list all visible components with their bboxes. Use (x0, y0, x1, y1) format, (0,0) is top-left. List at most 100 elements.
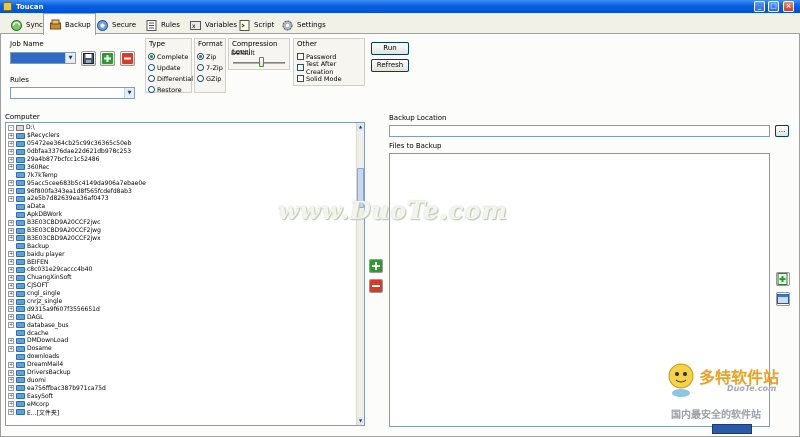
radio[interactable] (197, 75, 204, 82)
backup-location-input[interactable] (389, 125, 770, 137)
minimize-button[interactable]: _ (754, 1, 765, 12)
tree-row[interactable]: + DAGL (8, 313, 364, 321)
checkbox[interactable] (297, 53, 304, 60)
tree-row[interactable]: 7k7kTemp (8, 171, 364, 179)
computer-tree[interactable]: - D:\ + $Recyclers +05472ee364cb25c99c36365c… (5, 122, 365, 426)
expand-icon[interactable]: + (8, 377, 14, 384)
tree-row[interactable]: + d9315a9f607f3556651d (8, 305, 364, 313)
expand-icon[interactable]: + (8, 393, 14, 400)
expand-icon[interactable]: + (8, 385, 14, 392)
tree-row[interactable]: + cngl_single (8, 290, 364, 298)
expand-icon[interactable]: + (8, 259, 14, 266)
tab-sync[interactable]: Sync (4, 15, 48, 34)
tab-backup[interactable]: Backup (43, 13, 96, 35)
format-option-gzip[interactable]: GZip (197, 73, 223, 84)
tree-row[interactable]: + CJSOFT (8, 282, 364, 290)
type-option-restore[interactable]: Restore (148, 84, 193, 95)
tree-row[interactable]: Backup (8, 242, 364, 250)
expand-icon[interactable]: + (8, 219, 14, 226)
tree-row[interactable]: + DriversBackup (8, 369, 364, 377)
type-option-differential[interactable]: Differential (148, 73, 193, 84)
maximize-button[interactable]: □ (768, 1, 779, 12)
expand-icon[interactable]: + (8, 322, 14, 329)
collapse-icon[interactable]: - (8, 124, 14, 131)
checkbox[interactable] (297, 75, 304, 82)
view-button[interactable] (776, 292, 790, 306)
add-job-button[interactable] (100, 51, 115, 66)
tab-script[interactable]: Script (232, 15, 279, 34)
format-option-7zip[interactable]: 7-Zip (197, 62, 223, 73)
radio[interactable] (148, 75, 155, 82)
expand-icon[interactable]: + (8, 282, 14, 289)
tree-row[interactable]: + ChuangXinSoft (8, 274, 364, 282)
radio[interactable] (148, 53, 155, 60)
tree-row[interactable]: + baidu player (8, 250, 364, 258)
tree-row[interactable]: + database_bus (8, 321, 364, 329)
tree-row[interactable]: dcache (8, 329, 364, 337)
tree-row[interactable]: +29a4b877bcfcc1c52486 (8, 156, 364, 164)
expand-icon[interactable]: + (8, 409, 14, 415)
expand-icon[interactable]: + (8, 337, 14, 344)
tree-row[interactable]: + duomi (8, 377, 364, 385)
radio[interactable] (148, 64, 155, 71)
expand-icon[interactable]: + (8, 235, 14, 242)
expand-icon[interactable]: + (8, 401, 14, 408)
tree-row[interactable]: +360Rec (8, 163, 364, 171)
expand-icon[interactable]: + (8, 314, 14, 321)
expand-icon[interactable]: + (8, 345, 14, 352)
type-option-complete[interactable]: Complete (148, 51, 193, 62)
option-test-after-creation[interactable]: Test After Creation (297, 60, 364, 76)
tree-row[interactable]: +96f800fa343ea1d8f565fcdefd8ab3 (8, 187, 364, 195)
tab-secure[interactable]: Secure (90, 15, 141, 34)
format-option-zip[interactable]: Zip (197, 51, 223, 62)
expand-icon[interactable]: + (8, 180, 14, 187)
tree-row[interactable]: + c8c031e29caccc4b40 (8, 266, 364, 274)
save-job-button[interactable] (81, 51, 96, 66)
tree-row[interactable]: - D:\ (8, 124, 364, 132)
tray-widget[interactable] (712, 424, 752, 434)
expand-icon[interactable]: + (8, 227, 14, 234)
tree-row[interactable]: + BEIFEN (8, 258, 364, 266)
scroll-down-icon[interactable]: ▼ (357, 417, 364, 425)
add-to-backup-button[interactable] (369, 259, 383, 273)
tree-row[interactable]: downloads (8, 353, 364, 361)
job-name-select[interactable]: ▼ (10, 52, 76, 64)
radio[interactable] (197, 64, 204, 71)
remove-job-button[interactable] (120, 51, 135, 66)
expand-icon[interactable]: + (8, 266, 14, 273)
tree-row[interactable]: + B3E03CBD9A20CCF2jwg (8, 227, 364, 235)
type-option-update[interactable]: Update (148, 62, 193, 73)
scroll-up-icon[interactable]: ▲ (357, 123, 364, 131)
expand-icon[interactable]: + (8, 298, 14, 305)
remove-from-backup-button[interactable] (369, 279, 383, 293)
refresh-button[interactable]: Refresh (371, 59, 409, 72)
expand-icon[interactable]: + (8, 195, 14, 202)
tree-row[interactable]: + ea756ffbac387b971ca75d (8, 384, 364, 392)
close-button[interactable]: × (783, 1, 794, 12)
expand-icon[interactable]: + (8, 188, 14, 195)
tree-row[interactable]: + E...[文件夹] (8, 408, 364, 417)
expand-icon[interactable]: + (8, 140, 14, 147)
expand-icon[interactable]: + (8, 164, 14, 171)
radio[interactable] (148, 86, 155, 93)
tree-row[interactable]: + $Recyclers (8, 132, 364, 140)
tab-rules[interactable]: Rules (139, 15, 185, 34)
compression-slider-thumb[interactable] (259, 57, 264, 67)
tree-row[interactable]: + B3E03CBD9A20CCF2jwx (8, 234, 364, 242)
radio[interactable] (197, 53, 204, 60)
expand-icon[interactable]: + (8, 361, 14, 368)
expand-icon[interactable]: + (8, 306, 14, 313)
checkbox[interactable] (297, 64, 304, 71)
tree-row[interactable]: + Dosame (8, 345, 364, 353)
tree-scrollbar[interactable]: ▲ ▼ (356, 123, 364, 425)
tree-row[interactable]: + DreamMail4 (8, 361, 364, 369)
run-button[interactable]: Run (371, 42, 409, 55)
expand-icon[interactable]: + (8, 274, 14, 281)
tab-settings[interactable]: Settings (275, 15, 331, 34)
tree-row[interactable]: + cnrjz_single (8, 298, 364, 306)
expand-icon[interactable]: + (8, 369, 14, 376)
tree-row[interactable]: + DMDownLoad (8, 337, 364, 345)
tree-row[interactable]: + EasySoft (8, 392, 364, 400)
tree-row[interactable]: + eMcorp (8, 400, 364, 408)
tree-row[interactable]: +95acc5cee683b5c4149da906a7ebae0e (8, 179, 364, 187)
